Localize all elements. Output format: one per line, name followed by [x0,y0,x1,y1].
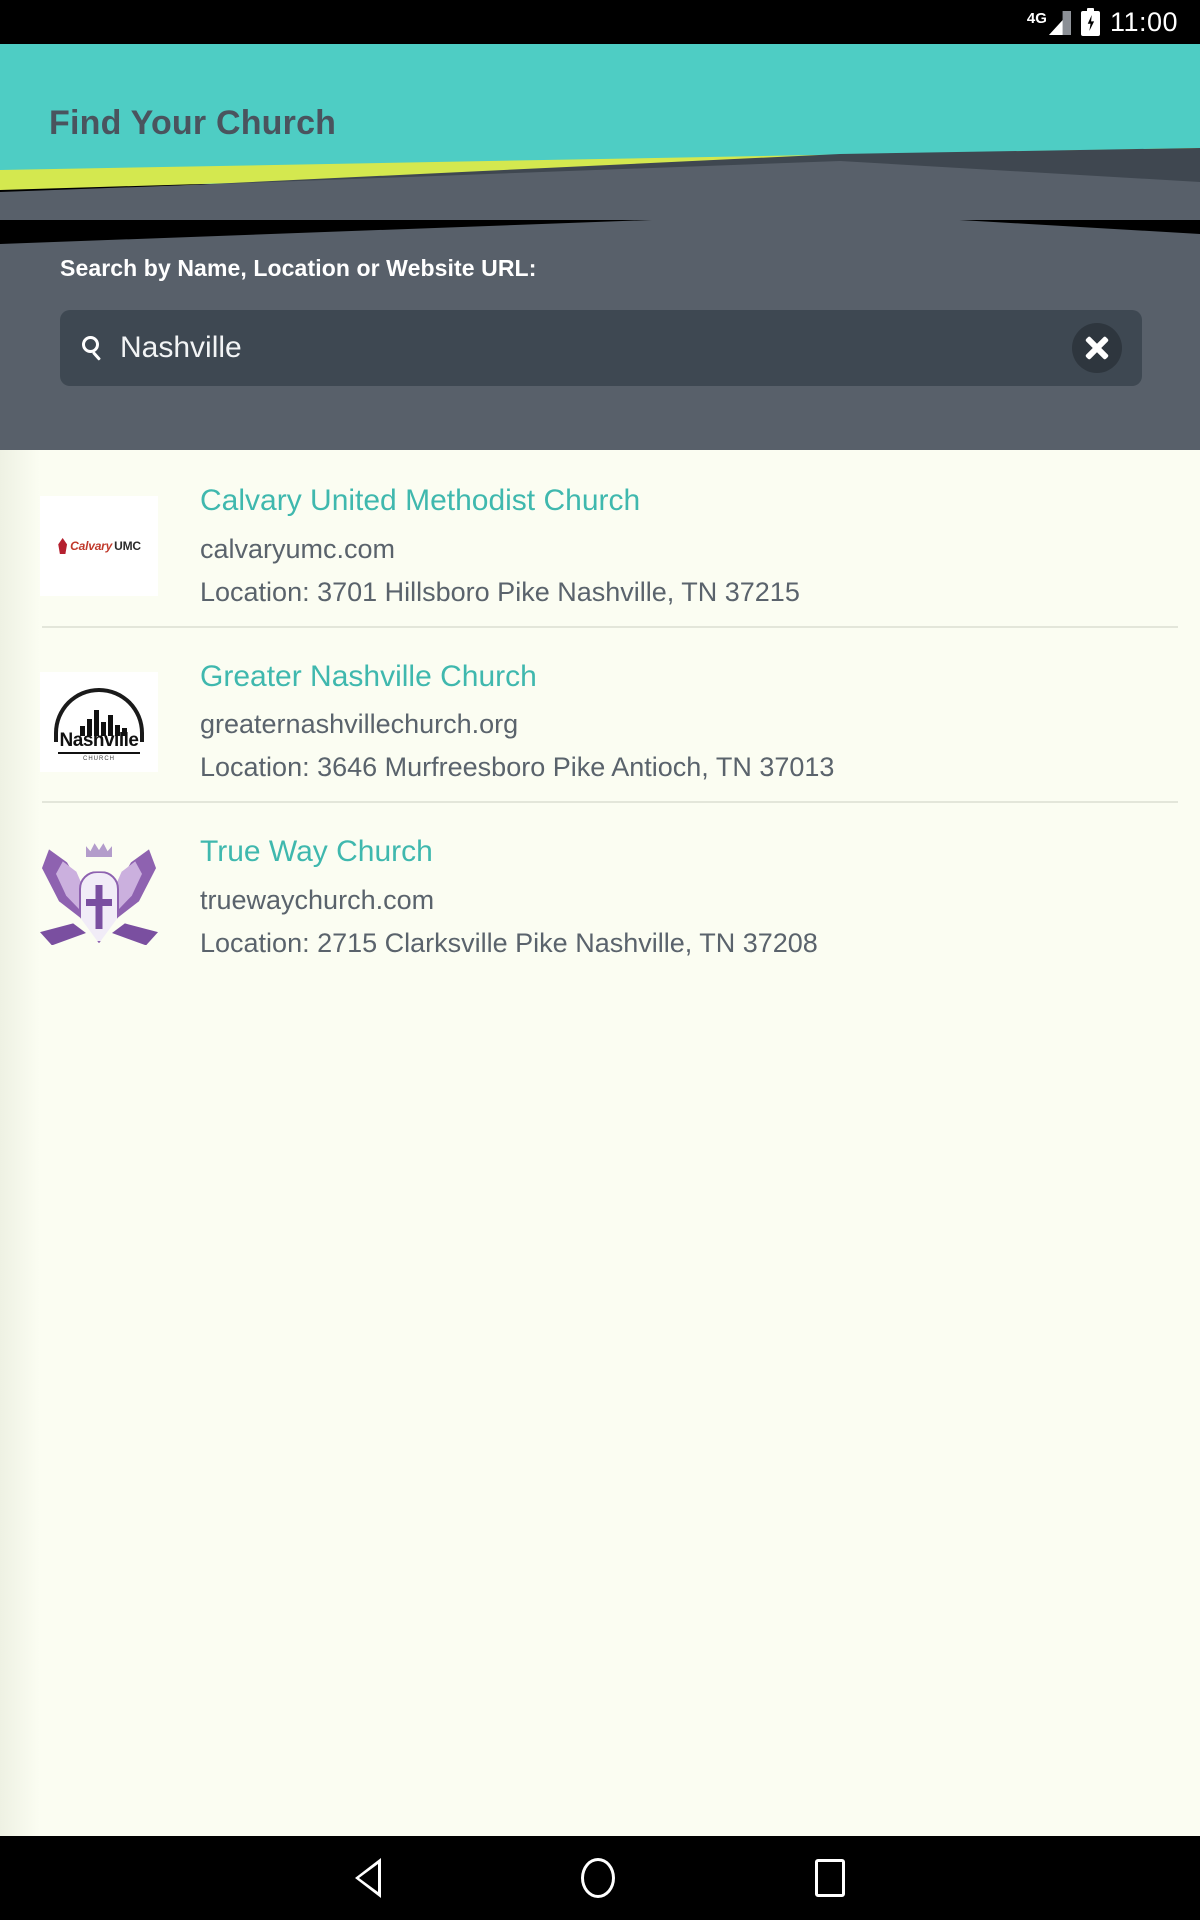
search-input[interactable]: Nashville [60,310,1142,386]
calvary-umc-logo: Calvary UMC [40,496,158,596]
cross-icon [95,885,103,930]
phone-screen: 4G 11:00 Find Your Church Search by Name… [0,0,1200,1920]
network-status: 4G [1027,9,1071,35]
greater-nashville-church-logo: Nashville CHURCH [40,671,158,772]
true-way-church-logo [40,843,158,947]
signal-bars-icon [1048,11,1071,35]
status-bar-clock: 11:00 [1109,6,1178,37]
result-website-url: calvaryumc.com [200,533,396,564]
android-navigation-bar [0,1836,1200,1920]
magnifier-icon [82,336,106,361]
result-church-name[interactable]: True Way Church [200,833,818,871]
result-location: Location: 2715 Clarksville Pike Nashvill… [200,927,818,958]
result-info: Greater Nashville Church greaternashvill… [200,644,834,786]
result-website-url: truewaychurch.com [200,884,435,915]
logo-text-secondary: CHURCH [83,755,115,762]
search-label: Search by Name, Location or Website URL: [60,255,537,281]
list-item[interactable]: True Way Church truewaychurch.com Locati… [0,801,1200,977]
page-title: Find Your Church [49,104,337,142]
result-church-name[interactable]: Greater Nashville Church [200,658,834,696]
logo-text-primary: Nashville [59,729,139,751]
home-circle-icon[interactable] [581,1858,615,1898]
back-triangle-icon[interactable] [355,1858,381,1898]
angled-divider [0,148,1200,220]
result-location: Location: 3646 Murfreesboro Pike Antioch… [200,752,835,783]
recents-square-icon[interactable] [815,1859,845,1897]
logo-text-secondary: UMC [114,539,141,553]
crown-icon [86,843,112,858]
result-church-name[interactable]: Calvary United Methodist Church [200,482,800,520]
network-type-label: 4G [1026,10,1047,27]
result-website-url: greaternashvillechurch.org [200,709,519,740]
result-info: Calvary United Methodist Church calvaryu… [200,468,800,610]
logo-text-primary: Calvary [70,539,113,553]
clear-search-button[interactable] [1072,323,1122,373]
list-item[interactable]: Nashville CHURCH Greater Nashville Churc… [0,625,1200,802]
result-location: Location: 3701 Hillsboro Pike Nashville,… [200,576,800,607]
search-input-value: Nashville [120,331,242,364]
battery-charging-icon [1080,8,1100,36]
search-results-list: Calvary UMC Calvary United Methodist Chu… [0,450,1200,1836]
list-item[interactable]: Calvary UMC Calvary United Methodist Chu… [0,450,1200,626]
status-bar: 4G 11:00 [0,0,1200,44]
result-info: True Way Church truewaychurch.com Locati… [200,819,818,961]
